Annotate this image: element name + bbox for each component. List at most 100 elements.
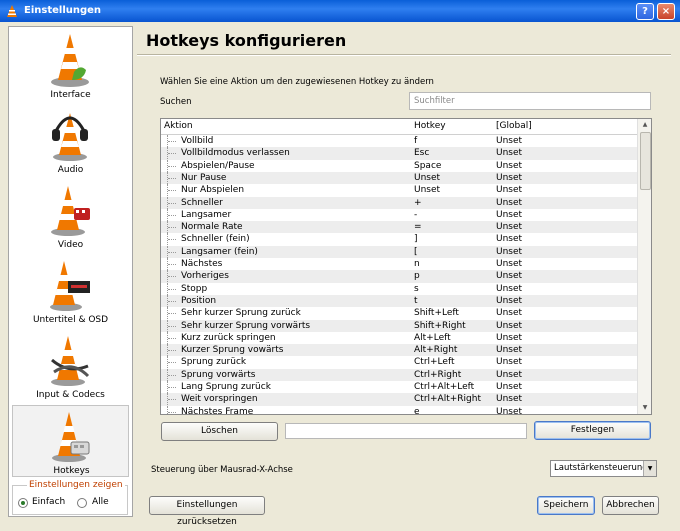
- sidebar-item-input-codecs[interactable]: Input & Codecs: [12, 330, 129, 402]
- sidebar-item-label: Audio: [57, 165, 84, 175]
- vlc-cone-keyboard-icon: [52, 412, 90, 462]
- action-cell: Normale Rate: [181, 222, 243, 233]
- table-row[interactable]: Position t Unset: [161, 294, 637, 308]
- table-row[interactable]: Sehr kurzer Sprung zurück Shift+Left Unset: [161, 307, 637, 320]
- hotkey-cell: Alt+Left: [414, 332, 451, 343]
- table-row[interactable]: Nur Abspielen Unset Unset: [161, 184, 637, 197]
- hotkeys-panel: Hotkeys konfigurieren Wählen Sie eine Ak…: [137, 26, 673, 527]
- window-titlebar: Einstellungen ? ×: [0, 0, 680, 22]
- sidebar-item-audio[interactable]: Audio: [12, 105, 129, 177]
- scroll-thumb[interactable]: [640, 132, 651, 190]
- tree-line: [167, 344, 178, 357]
- tree-line: [167, 135, 178, 147]
- sidebar-item-label: Input & Codecs: [36, 390, 105, 400]
- tree-line: [167, 159, 178, 172]
- chevron-down-icon[interactable]: ▼: [643, 461, 656, 476]
- column-header-global[interactable]: [Global]: [496, 121, 532, 131]
- scroll-down-icon[interactable]: ▼: [638, 402, 651, 414]
- tree-line: [167, 331, 178, 344]
- column-header-hotkey[interactable]: Hotkey: [414, 121, 446, 131]
- action-cell: Lang Sprung zurück: [181, 382, 271, 392]
- table-row[interactable]: Nur Pause Unset Unset: [161, 171, 637, 185]
- table-row[interactable]: Kurzer Sprung vowärts Alt+Right Unset: [161, 344, 637, 357]
- tree-line: [167, 368, 178, 381]
- hotkey-cell: p: [414, 271, 420, 282]
- tree-line: [167, 221, 178, 234]
- global-cell: Unset: [496, 271, 523, 282]
- sidebar-item-video[interactable]: Video: [12, 180, 129, 252]
- global-cell: Unset: [496, 259, 523, 269]
- global-cell: Unset: [496, 320, 523, 331]
- scroll-up-icon[interactable]: ▲: [638, 119, 651, 131]
- table-scrollbar[interactable]: ▲ ▼: [637, 119, 651, 414]
- hotkey-cell: t: [414, 295, 418, 306]
- table-row[interactable]: Vorheriges p Unset: [161, 270, 637, 283]
- cancel-button[interactable]: Abbrechen: [602, 496, 659, 515]
- global-cell: Unset: [496, 283, 523, 294]
- hotkey-cell: Unset: [414, 172, 441, 183]
- radio-all[interactable]: [77, 498, 87, 508]
- clear-button[interactable]: Löschen: [161, 422, 278, 441]
- save-button[interactable]: Speichern: [537, 496, 595, 515]
- table-row[interactable]: Vollbild f Unset: [161, 135, 637, 147]
- tree-line: [167, 356, 178, 369]
- close-button[interactable]: ×: [657, 3, 675, 20]
- global-cell: Unset: [496, 246, 523, 257]
- hotkey-field[interactable]: [285, 423, 527, 439]
- sidebar-item-label: Untertitel & OSD: [32, 315, 109, 325]
- table-row[interactable]: Nächstes Frame e Unset: [161, 405, 637, 415]
- table-row[interactable]: Lang Sprung zurück Ctrl+Alt+Left Unset: [161, 381, 637, 393]
- tree-line: [167, 196, 178, 209]
- sidebar-item-label: Interface: [50, 90, 91, 100]
- radio-simple[interactable]: [18, 498, 28, 508]
- search-input[interactable]: Suchfilter: [409, 92, 651, 110]
- table-row[interactable]: Schneller (fein)] Unset: [161, 233, 637, 246]
- help-button[interactable]: ?: [636, 3, 654, 20]
- hotkey-cell: n: [414, 259, 420, 269]
- table-row[interactable]: Normale Rate = Unset: [161, 221, 637, 234]
- set-button[interactable]: Festlegen: [534, 421, 651, 440]
- sidebar-item-interface[interactable]: Interface: [12, 30, 129, 102]
- table-row[interactable]: Kurz zurück springen Alt+Left Unset: [161, 331, 637, 344]
- table-row[interactable]: Langsamer - Unset: [161, 208, 637, 221]
- radio-simple-label[interactable]: Einfach: [32, 497, 65, 507]
- table-row[interactable]: Sprung zurück Ctrl+Left Unset: [161, 356, 637, 369]
- show-settings-group: Einstellungen zeigen Einfach Alle: [12, 480, 128, 515]
- table-row[interactable]: Stopp s Unset: [161, 282, 637, 295]
- tree-line: [167, 294, 178, 307]
- global-cell: Unset: [496, 172, 523, 183]
- table-row[interactable]: Nächstes n Unset: [161, 258, 637, 270]
- category-sidebar: Interface Audio Video Untertitel & OSD I…: [8, 26, 133, 517]
- column-header-action[interactable]: Aktion: [164, 121, 193, 131]
- tree-line: [167, 208, 178, 221]
- tree-line: [167, 233, 178, 246]
- hotkeys-table[interactable]: Aktion Hotkey [Global] Vollbild f Unset Vol…: [160, 118, 652, 415]
- mousewheel-select[interactable]: Lautstärkensteuerung ▼: [550, 460, 657, 477]
- sidebar-item-label: Hotkeys: [53, 466, 90, 476]
- table-row[interactable]: Sprung vorwärts Ctrl+Right Unset: [161, 368, 637, 381]
- table-header: Aktion Hotkey [Global]: [161, 119, 637, 135]
- table-row[interactable]: Sehr kurzer Sprung vorwärts Shift+Right Un…: [161, 319, 637, 332]
- hotkey-cell: e: [414, 406, 420, 415]
- vlc-cone-headphones-icon: [52, 113, 88, 161]
- sidebar-item-subtitles[interactable]: Untertitel & OSD: [12, 255, 129, 327]
- hotkey-cell: [: [414, 246, 418, 257]
- vlc-cone-icon: [51, 34, 89, 87]
- radio-all-label[interactable]: Alle: [92, 497, 109, 507]
- hotkey-cell: Ctrl+Alt+Left: [414, 382, 475, 392]
- sidebar-item-hotkeys[interactable]: Hotkeys: [12, 405, 129, 477]
- action-cell: Sehr kurzer Sprung vorwärts: [181, 320, 311, 331]
- reset-settings-button[interactable]: Einstellungen zurücksetzen: [149, 496, 265, 527]
- table-row[interactable]: Weit vorspringen Ctrl+Alt+Right Unset: [161, 393, 637, 406]
- action-cell: Kurz zurück springen: [181, 332, 276, 343]
- vlc-cone-film-icon: [51, 186, 90, 236]
- table-row[interactable]: Schneller + Unset: [161, 196, 637, 209]
- table-row[interactable]: Langsamer (fein) [Unset: [161, 245, 637, 258]
- page-title: Hotkeys konfigurieren: [146, 31, 347, 50]
- action-cell: Sprung vorwärts: [181, 369, 256, 380]
- vlc-app-icon: [7, 5, 17, 17]
- vlc-cone-cables-icon: [51, 336, 90, 386]
- table-row[interactable]: Vollbildmodus verlassen Esc Unset: [161, 147, 637, 160]
- table-row[interactable]: Abspielen/Pause Space Unset: [161, 159, 637, 172]
- global-cell: Unset: [496, 345, 523, 356]
